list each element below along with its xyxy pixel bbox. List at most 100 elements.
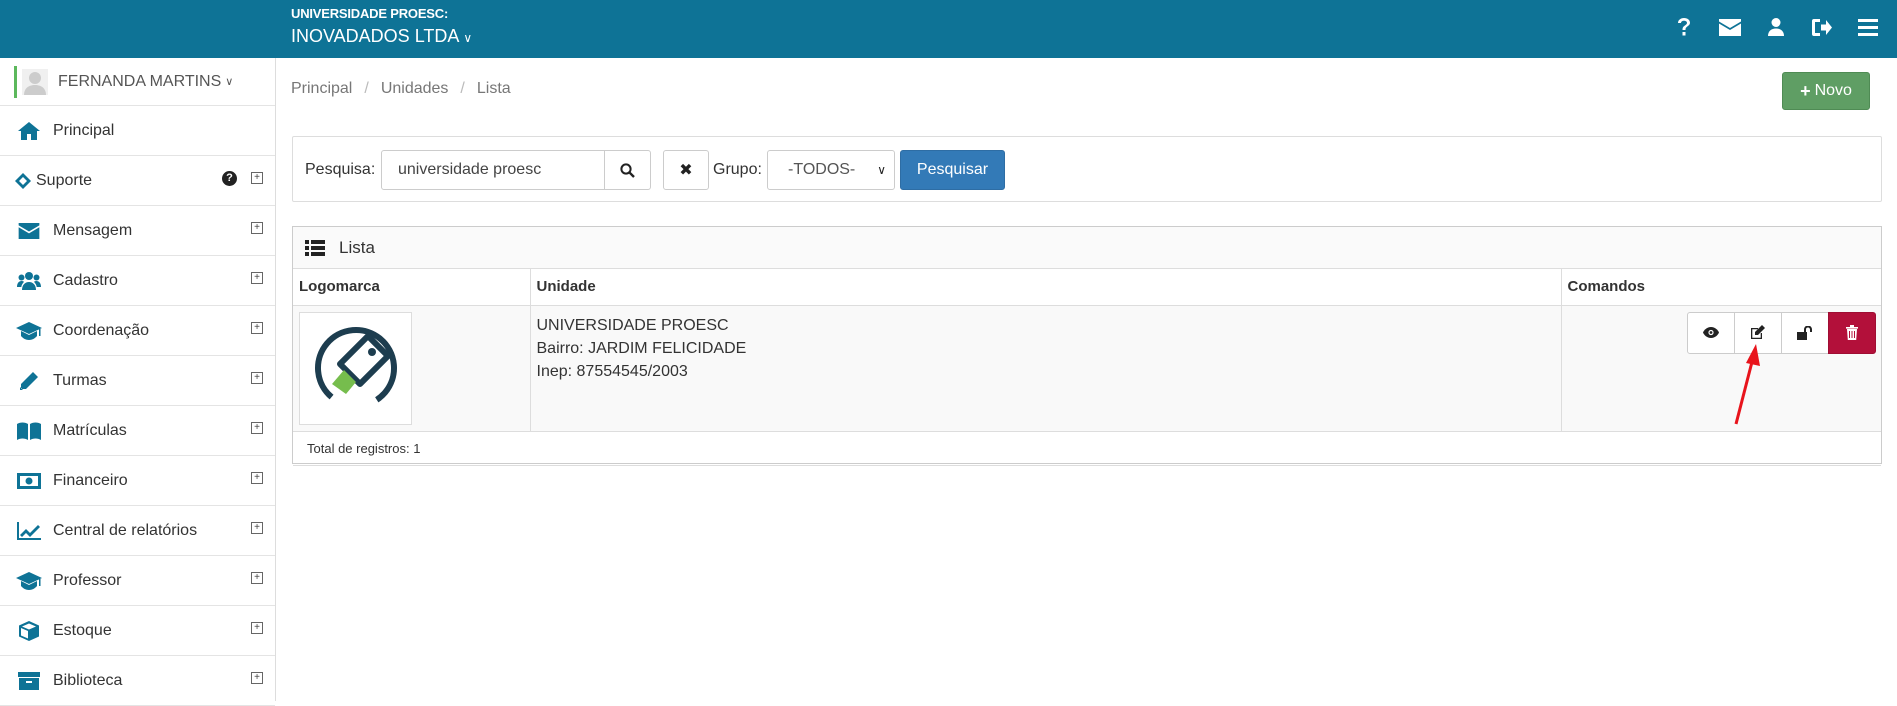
group-label: Grupo: xyxy=(713,161,762,178)
sidebar-item-estoque[interactable]: Estoque + xyxy=(0,606,275,656)
money-icon xyxy=(15,470,43,492)
graduation-cap-icon xyxy=(15,570,43,592)
sidebar-item-cadastro[interactable]: Cadastro + xyxy=(0,256,275,306)
org-subtitle: UNIVERSIDADE PROESC: xyxy=(291,6,449,21)
user-name: FERNANDA MARTINS xyxy=(58,72,222,90)
plus-icon: + xyxy=(1800,80,1811,101)
chevron-down-icon: ∨ xyxy=(225,76,234,88)
sidebar-item-label: Biblioteca xyxy=(53,671,123,689)
sidebar-item-label: Cadastro xyxy=(53,271,118,289)
sidebar-item-label: Coordenação xyxy=(53,321,150,339)
unit-inep: Inep: 87554545/2003 xyxy=(536,362,688,380)
search-label: Pesquisa: xyxy=(305,161,376,178)
expand-icon[interactable]: + xyxy=(251,622,263,634)
eye-icon xyxy=(1702,327,1719,338)
group-select[interactable]: -TODOS- ∨ xyxy=(767,150,895,190)
unit-bairro: Bairro: JARDIM FELICIDADE xyxy=(536,339,747,357)
sidebar-item-professor[interactable]: Professor + xyxy=(0,556,275,606)
sidebar-item-label: Central de relatórios xyxy=(53,521,198,539)
sidebar-item-financeiro[interactable]: Financeiro + xyxy=(0,456,275,506)
pencil-icon xyxy=(15,370,43,392)
expand-icon[interactable]: + xyxy=(251,372,263,384)
unlock-button[interactable] xyxy=(1780,311,1829,354)
pesquisar-button[interactable]: Pesquisar xyxy=(900,150,1005,190)
trash-icon xyxy=(1845,325,1858,340)
column-header: Logomarca xyxy=(293,269,531,306)
search-panel: Pesquisa: universidade proesc ✖ Grupo: -… xyxy=(292,136,1882,202)
units-table: Logomarca Unidade Comandos UNIVERSIDADE … xyxy=(293,269,1881,432)
sidebar-item-label: Mensagem xyxy=(53,221,133,239)
sidebar-item-label: Financeiro xyxy=(53,471,128,489)
expand-icon[interactable]: + xyxy=(251,222,263,234)
unit-logo xyxy=(299,311,412,425)
expand-icon[interactable]: + xyxy=(251,422,263,434)
close-icon: ✖ xyxy=(679,162,693,179)
expand-icon[interactable]: + xyxy=(251,272,263,284)
sidebar-item-biblioteca[interactable]: Biblioteca + xyxy=(0,656,275,706)
sign-out-icon[interactable] xyxy=(1809,14,1835,40)
sidebar-item-label: Estoque xyxy=(53,621,112,639)
expand-icon[interactable]: + xyxy=(251,572,263,584)
expand-icon[interactable]: + xyxy=(251,322,263,334)
column-header: Comandos xyxy=(1561,269,1881,306)
users-icon xyxy=(15,270,43,292)
org-selector[interactable]: INOVADADOS LTDA ∨ xyxy=(291,26,472,47)
expand-icon[interactable]: + xyxy=(251,472,263,484)
menu-icon[interactable] xyxy=(1855,14,1881,40)
search-icon xyxy=(620,162,635,178)
expand-icon[interactable]: + xyxy=(251,172,263,184)
breadcrumb-separator: / xyxy=(460,80,465,97)
chevron-down-icon: ∨ xyxy=(463,30,473,45)
user-menu[interactable]: FERNANDA MARTINS ∨ xyxy=(0,58,275,106)
cube-icon xyxy=(15,620,43,642)
view-button[interactable] xyxy=(1686,311,1735,354)
sidebar-item-label: Turmas xyxy=(53,371,107,389)
sidebar-item-turmas[interactable]: Turmas + xyxy=(0,356,275,406)
total-records: Total de registros: 1 xyxy=(293,432,1881,466)
unit-cell: UNIVERSIDADE PROESC Bairro: JARDIM FELIC… xyxy=(530,305,1562,432)
annotation-arrow xyxy=(1734,344,1760,425)
avatar xyxy=(22,68,48,95)
expand-icon[interactable]: + xyxy=(251,522,263,534)
sidebar-item-central-relatorios[interactable]: Central de relatórios + xyxy=(0,506,275,556)
table-row: UNIVERSIDADE PROESC Bairro: JARDIM FELIC… xyxy=(293,305,1881,432)
novo-button[interactable]: + Novo xyxy=(1782,72,1870,110)
sidebar-item-mensagem[interactable]: Mensagem + xyxy=(0,206,275,256)
sidebar-item-suporte[interactable]: Suporte ? + xyxy=(0,156,275,206)
clear-search-button[interactable]: ✖ xyxy=(663,150,709,190)
sidebar: FERNANDA MARTINS ∨ Principal Suporte ? +… xyxy=(0,58,276,706)
column-header: Unidade xyxy=(530,269,1562,306)
sidebar-item-label: Professor xyxy=(53,571,122,589)
group-selected-value: -TODOS- xyxy=(788,161,856,178)
breadcrumb-unidades[interactable]: Unidades xyxy=(381,80,449,98)
unit-name: UNIVERSIDADE PROESC xyxy=(536,316,729,334)
user-status-bar xyxy=(14,66,17,98)
search-input[interactable]: universidade proesc xyxy=(381,150,605,190)
help-icon[interactable]: ? xyxy=(222,171,237,186)
list-panel: Lista Logomarca Unidade Comandos UNIVERS… xyxy=(292,226,1882,466)
sidebar-item-principal[interactable]: Principal xyxy=(0,106,275,156)
search-button[interactable] xyxy=(604,150,651,190)
line-chart-icon xyxy=(15,520,43,542)
sidebar-item-label: Suporte xyxy=(36,171,93,189)
breadcrumb-separator: / xyxy=(364,80,369,97)
org-name: INOVADADOS LTDA xyxy=(291,26,460,46)
breadcrumb: Principal / Unidades / Lista xyxy=(291,80,511,98)
graduation-cap-icon xyxy=(15,320,43,342)
chevron-down-icon: ∨ xyxy=(877,163,886,177)
expand-icon[interactable]: + xyxy=(251,672,263,684)
unlock-icon xyxy=(1796,325,1812,340)
list-icon xyxy=(305,239,325,256)
sidebar-item-coordenacao[interactable]: Coordenação + xyxy=(0,306,275,356)
list-title: Lista xyxy=(339,237,375,257)
sidebar-item-matriculas[interactable]: Matrículas + xyxy=(0,406,275,456)
breadcrumb-principal[interactable]: Principal xyxy=(291,80,352,98)
envelope-icon[interactable] xyxy=(1717,14,1743,40)
question-icon[interactable] xyxy=(1671,14,1697,40)
archive-icon xyxy=(15,670,43,692)
top-header: UNIVERSIDADE PROESC: INOVADADOS LTDA ∨ xyxy=(0,0,1897,58)
user-icon[interactable] xyxy=(1763,14,1789,40)
sidebar-item-label: Matrículas xyxy=(53,421,127,439)
commands-cell xyxy=(1561,305,1881,432)
delete-button[interactable] xyxy=(1827,311,1876,354)
